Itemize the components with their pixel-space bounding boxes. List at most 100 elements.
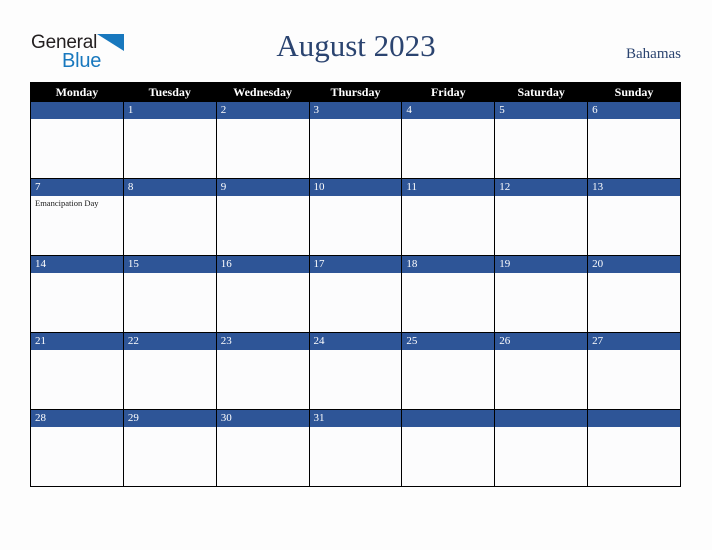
day-events [124, 427, 216, 429]
calendar-day-cell[interactable] [494, 409, 589, 487]
day-events [217, 350, 309, 352]
calendar-week-row: 123456 [30, 101, 681, 179]
calendar-day-cell[interactable] [30, 101, 124, 179]
day-events [495, 427, 587, 429]
day-events [31, 119, 123, 121]
calendar-day-cell[interactable]: 13 [587, 178, 681, 256]
day-number: 12 [495, 179, 588, 196]
day-events [402, 427, 494, 429]
calendar-day-cell[interactable]: 8 [122, 178, 217, 256]
day-number: 23 [216, 333, 309, 350]
calendar-day-cell[interactable]: 30 [215, 409, 310, 487]
day-events [310, 350, 402, 352]
day-number: 31 [309, 410, 402, 427]
day-events [495, 119, 587, 121]
day-events: Emancipation Day [31, 196, 123, 209]
calendar-day-cell[interactable]: 7 Emancipation Day [30, 178, 124, 256]
day-events [495, 273, 587, 275]
calendar-day-cell[interactable]: 20 [587, 255, 681, 333]
calendar-day-cell[interactable]: 9 [215, 178, 310, 256]
calendar-day-cell[interactable]: 2 [215, 101, 310, 179]
calendar-day-cell[interactable]: 22 [122, 332, 217, 410]
calendar-day-cell[interactable]: 23 [215, 332, 310, 410]
calendar-day-cell[interactable]: 16 [215, 255, 310, 333]
calendar-day-cell[interactable]: 6 [587, 101, 681, 179]
day-number: 30 [216, 410, 309, 427]
calendar-day-cell[interactable]: 31 [308, 409, 403, 487]
day-events [402, 350, 494, 352]
day-number: 20 [588, 256, 680, 273]
day-number: 26 [495, 333, 588, 350]
day-events [310, 119, 402, 121]
day-events [310, 273, 402, 275]
day-number: 13 [588, 179, 680, 196]
day-number: 24 [309, 333, 402, 350]
weekday-header-monday: Monday [30, 82, 124, 102]
calendar-day-cell[interactable]: 21 [30, 332, 124, 410]
day-events [402, 119, 494, 121]
page-header: General Blue August 2023 Bahamas [0, 0, 712, 82]
day-events [402, 273, 494, 275]
day-number: 25 [402, 333, 495, 350]
calendar-header-row: Monday Tuesday Wednesday Thursday Friday… [30, 82, 681, 102]
calendar-day-cell[interactable]: 29 [122, 409, 217, 487]
calendar-day-cell[interactable]: 12 [494, 178, 589, 256]
day-events [588, 427, 680, 429]
day-events [31, 273, 123, 275]
calendar-day-cell[interactable]: 4 [401, 101, 496, 179]
day-number [31, 102, 123, 119]
calendar-day-cell[interactable]: 10 [308, 178, 403, 256]
day-events [495, 196, 587, 198]
calendar-day-cell[interactable]: 25 [401, 332, 496, 410]
page-title: August 2023 [276, 28, 436, 63]
day-events [588, 196, 680, 198]
calendar-day-cell[interactable]: 5 [494, 101, 589, 179]
calendar-table: Monday Tuesday Wednesday Thursday Friday… [30, 82, 681, 487]
calendar-day-cell[interactable]: 1 [122, 101, 217, 179]
day-number: 16 [216, 256, 309, 273]
calendar-day-cell[interactable]: 14 [30, 255, 124, 333]
calendar-day-cell[interactable]: 19 [494, 255, 589, 333]
calendar-day-cell[interactable] [587, 409, 681, 487]
day-events [588, 350, 680, 352]
day-events [31, 350, 123, 352]
calendar-day-cell[interactable]: 24 [308, 332, 403, 410]
day-number: 28 [31, 410, 123, 427]
calendar-page: General Blue August 2023 Bahamas Monday … [0, 0, 712, 550]
calendar-day-cell[interactable] [401, 409, 496, 487]
calendar-day-cell[interactable]: 15 [122, 255, 217, 333]
day-number [588, 410, 680, 427]
day-number: 15 [123, 256, 216, 273]
calendar-day-cell[interactable]: 11 [401, 178, 496, 256]
calendar-day-cell[interactable]: 27 [587, 332, 681, 410]
day-events [588, 119, 680, 121]
day-number [495, 410, 588, 427]
weekday-header-row: Monday Tuesday Wednesday Thursday Friday… [30, 82, 681, 102]
day-number: 11 [402, 179, 495, 196]
day-events [31, 427, 123, 429]
day-number: 22 [123, 333, 216, 350]
day-events [124, 350, 216, 352]
calendar-day-cell[interactable]: 17 [308, 255, 403, 333]
calendar-day-cell[interactable]: 18 [401, 255, 496, 333]
day-number: 27 [588, 333, 680, 350]
day-events [588, 273, 680, 275]
holiday-label: Emancipation Day [35, 198, 99, 208]
day-number: 9 [216, 179, 309, 196]
weekday-header-saturday: Saturday [494, 82, 589, 102]
day-events [217, 273, 309, 275]
day-number: 10 [309, 179, 402, 196]
day-number: 19 [495, 256, 588, 273]
day-events [217, 196, 309, 198]
day-number: 1 [123, 102, 216, 119]
calendar-day-cell[interactable]: 26 [494, 332, 589, 410]
country-label: Bahamas [626, 46, 681, 62]
day-number: 14 [31, 256, 123, 273]
day-events [310, 196, 402, 198]
day-events [495, 350, 587, 352]
day-events [217, 427, 309, 429]
day-number: 17 [309, 256, 402, 273]
day-number [402, 410, 495, 427]
calendar-day-cell[interactable]: 28 [30, 409, 124, 487]
calendar-day-cell[interactable]: 3 [308, 101, 403, 179]
